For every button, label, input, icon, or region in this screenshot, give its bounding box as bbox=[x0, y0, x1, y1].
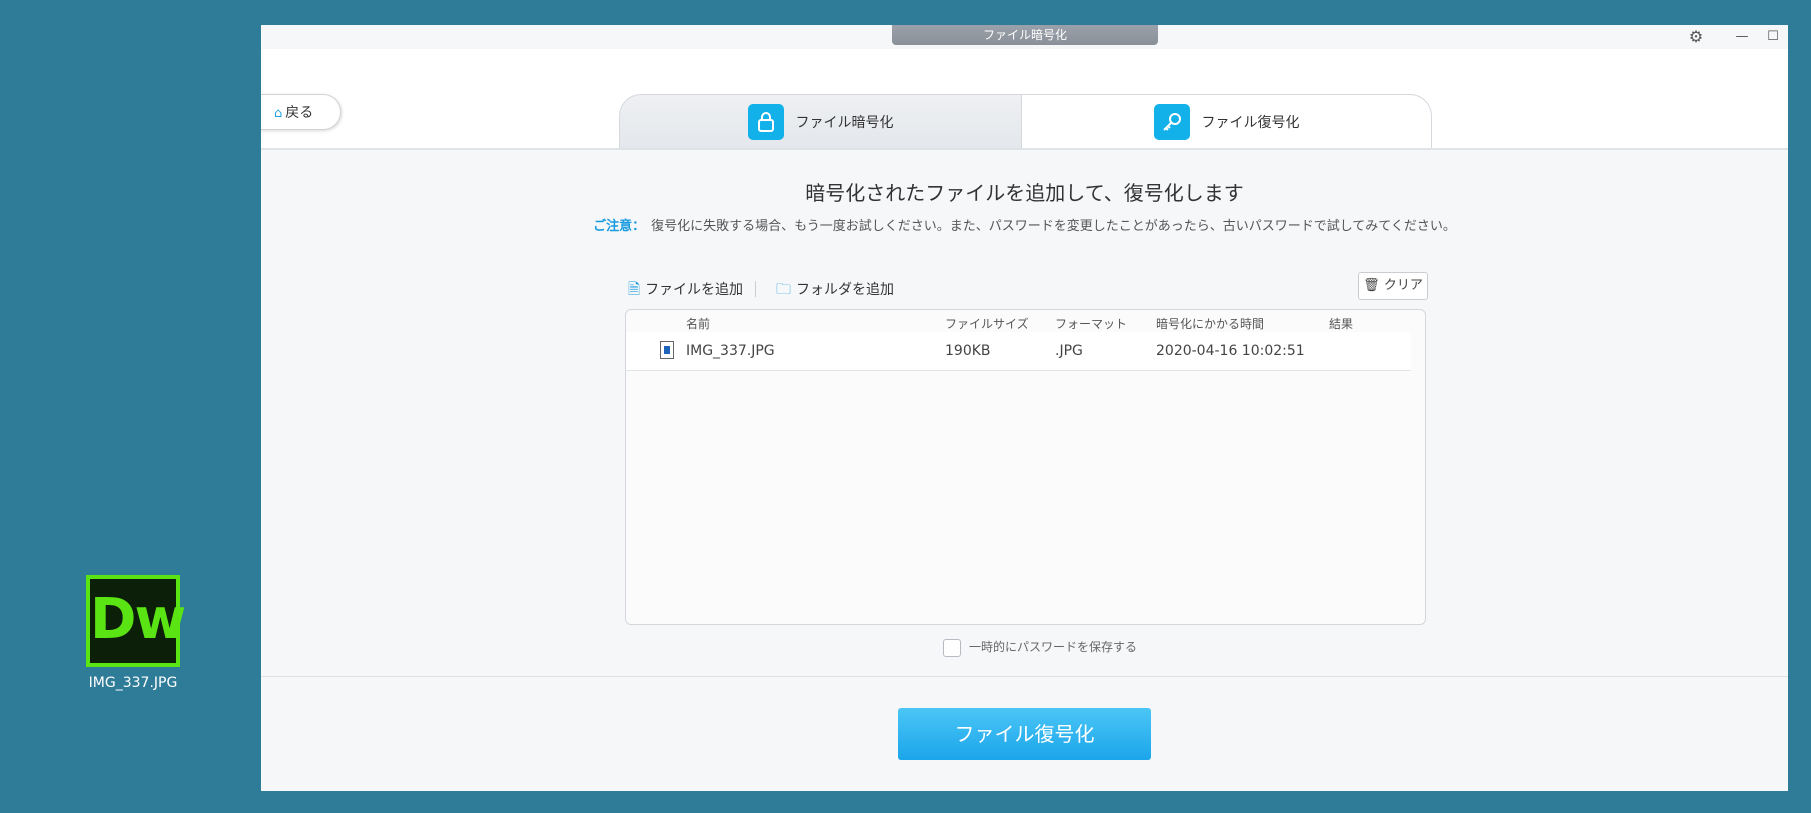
file-time: 2020-04-16 10:02:51 bbox=[1156, 343, 1305, 359]
column-header-format[interactable]: フォーマット bbox=[1055, 315, 1127, 332]
desktop-file-label: IMG_337.JPG bbox=[88, 675, 178, 691]
tab-encrypt-label: ファイル暗号化 bbox=[795, 114, 894, 131]
clear-button[interactable]: 🗑 クリア bbox=[1358, 272, 1428, 300]
page-headline: 暗号化されたファイルを追加して、復号化します bbox=[805, 181, 1244, 205]
file-toolbar: 🗎 ファイルを追加 🗀 フォルダを追加 🗑 クリア bbox=[628, 272, 1428, 303]
dreamweaver-icon: Dw bbox=[86, 575, 186, 667]
add-folder-icon: 🗀 bbox=[776, 280, 792, 298]
save-password-label: 一時的にパスワードを保存する bbox=[969, 640, 1138, 654]
file-table: 名前 ファイルサイズ フォーマット 暗号化にかかる時間 結果 IMG_337.J… bbox=[625, 309, 1426, 625]
trash-icon: 🗑 bbox=[1363, 278, 1380, 293]
home-icon: ⌂ bbox=[274, 106, 283, 121]
notice-text: ご注意： 復号化に失敗する場合、もう一度お試しください。また、パスワードを変更した… bbox=[261, 215, 1788, 234]
tab-encrypt[interactable]: ファイル暗号化 bbox=[619, 94, 1022, 148]
tab-header: ⌂ 戻る ファイル暗号化 ファイル復号化 bbox=[261, 49, 1788, 150]
title-bar: ファイル暗号化 ⚙ — ☐ bbox=[261, 25, 1788, 49]
app-window: ファイル暗号化 ⚙ — ☐ ⌂ 戻る ファイル暗号化 ファイル復号化 暗号化された… bbox=[261, 25, 1788, 791]
toolbar-divider bbox=[755, 281, 756, 297]
tab-decrypt-label: ファイル復号化 bbox=[1201, 114, 1300, 131]
window-title: ファイル暗号化 bbox=[892, 25, 1158, 45]
maximize-button[interactable]: ☐ bbox=[1760, 27, 1786, 47]
tab-decrypt[interactable]: ファイル復号化 bbox=[1022, 94, 1432, 148]
minimize-button[interactable]: — bbox=[1729, 27, 1755, 47]
add-folder-label: フォルダを追加 bbox=[796, 282, 895, 298]
clear-label: クリア bbox=[1383, 278, 1423, 293]
add-file-button[interactable]: 🗎 ファイルを追加 bbox=[628, 275, 743, 303]
file-name: IMG_337.JPG bbox=[686, 343, 775, 359]
notice-body: 復号化に失敗する場合、もう一度お試しください。また、パスワードを変更したことがあ… bbox=[651, 219, 1456, 234]
file-format: .JPG bbox=[1055, 343, 1083, 359]
footer-divider bbox=[261, 676, 1788, 677]
notice-label: ご注意： bbox=[593, 219, 646, 234]
add-file-label: ファイルを追加 bbox=[645, 282, 744, 298]
save-password-option[interactable]: 一時的にパスワードを保存する bbox=[943, 638, 1137, 657]
key-icon bbox=[1153, 103, 1190, 140]
lock-icon bbox=[747, 103, 784, 140]
table-row[interactable]: IMG_337.JPG 190KB .JPG 2020-04-16 10:02:… bbox=[626, 332, 1411, 371]
decrypt-button[interactable]: ファイル復号化 bbox=[898, 708, 1151, 760]
add-folder-button[interactable]: 🗀 フォルダを追加 bbox=[776, 275, 894, 303]
image-file-icon bbox=[660, 341, 674, 359]
column-header-time[interactable]: 暗号化にかかる時間 bbox=[1156, 315, 1264, 332]
desktop-file-icon[interactable]: Dw IMG_337.JPG bbox=[78, 575, 188, 691]
column-header-result[interactable]: 結果 bbox=[1329, 315, 1353, 332]
back-button[interactable]: ⌂ 戻る bbox=[261, 94, 341, 130]
gear-icon[interactable]: ⚙ bbox=[1683, 27, 1709, 47]
add-file-icon: 🗎 bbox=[628, 280, 641, 298]
save-password-checkbox[interactable] bbox=[943, 638, 961, 657]
file-size: 190KB bbox=[945, 343, 991, 359]
back-label: 戻る bbox=[285, 105, 314, 121]
column-header-size[interactable]: ファイルサイズ bbox=[945, 315, 1029, 332]
column-header-name[interactable]: 名前 bbox=[686, 315, 710, 332]
